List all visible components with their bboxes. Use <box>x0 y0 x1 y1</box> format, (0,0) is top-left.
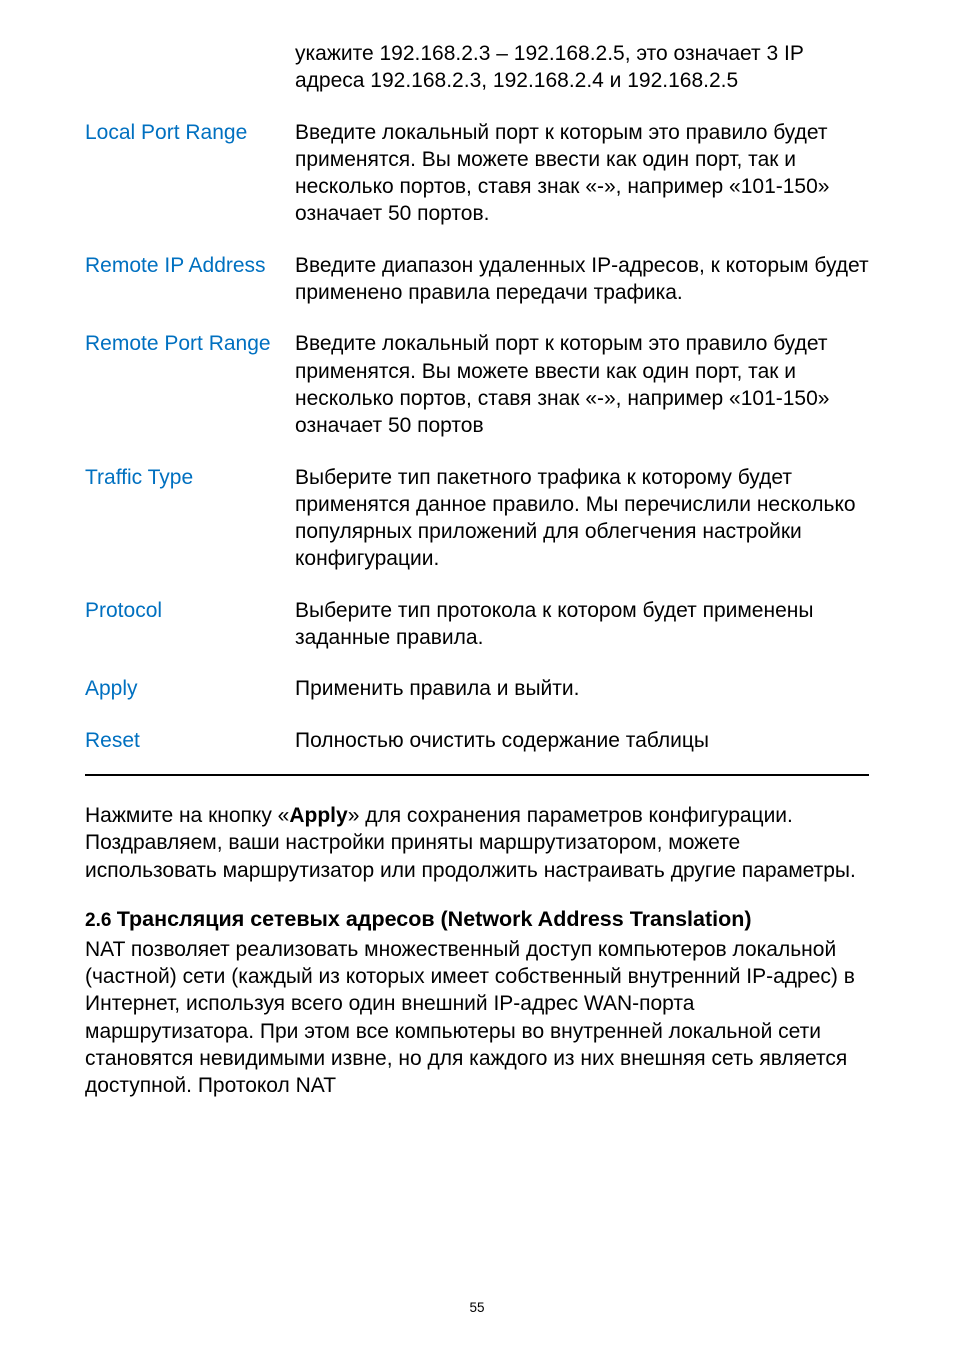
definition-table: укажите 192.168.2.3 – 192.168.2.5, это о… <box>85 40 869 754</box>
term-remote-port-range: Remote Port Range <box>85 332 271 355</box>
definition-row-traffic-type: Traffic Type Выберите тип пакетного траф… <box>85 464 869 573</box>
term-local-port-range: Local Port Range <box>85 121 247 144</box>
term-reset: Reset <box>85 729 140 752</box>
definition-apply: Применить правила и выйти. <box>295 677 579 700</box>
paragraph-bold: Apply <box>289 804 347 827</box>
definition-local-port-range: Введите локальный порт к которым это пра… <box>295 121 829 226</box>
definition-remote-ip-address: Введите диапазон удаленных IP-адресов, к… <box>295 254 869 304</box>
definition-text: укажите 192.168.2.3 – 192.168.2.5, это о… <box>295 42 803 92</box>
definition-remote-port-range: Введите локальный порт к которым это пра… <box>295 332 829 437</box>
definition-row-continuation: укажите 192.168.2.3 – 192.168.2.5, это о… <box>85 40 869 95</box>
definition-row-apply: Apply Применить правила и выйти. <box>85 675 869 702</box>
definition-protocol: Выберите тип протокола к котором будет п… <box>295 599 813 649</box>
definition-reset: Полностью очистить содержание таблицы <box>295 729 709 752</box>
section-title: Трансляция сетевых адресов (Network Addr… <box>117 907 752 931</box>
section-heading: 2.6 Трансляция сетевых адресов (Network … <box>85 906 869 934</box>
section-divider <box>85 774 869 776</box>
paragraph-prefix: Нажмите на кнопку « <box>85 804 289 827</box>
definition-traffic-type: Выберите тип пакетного трафика к котором… <box>295 466 856 571</box>
term-apply: Apply <box>85 677 138 700</box>
page-number: 55 <box>0 1300 954 1315</box>
term-traffic-type: Traffic Type <box>85 466 193 489</box>
definition-row-local-port-range: Local Port Range Введите локальный порт … <box>85 119 869 228</box>
apply-instruction-paragraph: Нажмите на кнопку «Apply» для сохранения… <box>85 802 869 884</box>
section-body: NAT позволяет реализовать множественный … <box>85 936 869 1100</box>
definition-row-protocol: Protocol Выберите тип протокола к которо… <box>85 597 869 652</box>
definition-row-remote-port-range: Remote Port Range Введите локальный порт… <box>85 330 869 439</box>
definition-row-reset: Reset Полностью очистить содержание табл… <box>85 727 869 754</box>
term-protocol: Protocol <box>85 599 162 622</box>
section-number: 2.6 <box>85 910 117 931</box>
term-remote-ip-address: Remote IP Address <box>85 254 266 277</box>
definition-row-remote-ip-address: Remote IP Address Введите диапазон удале… <box>85 252 869 307</box>
